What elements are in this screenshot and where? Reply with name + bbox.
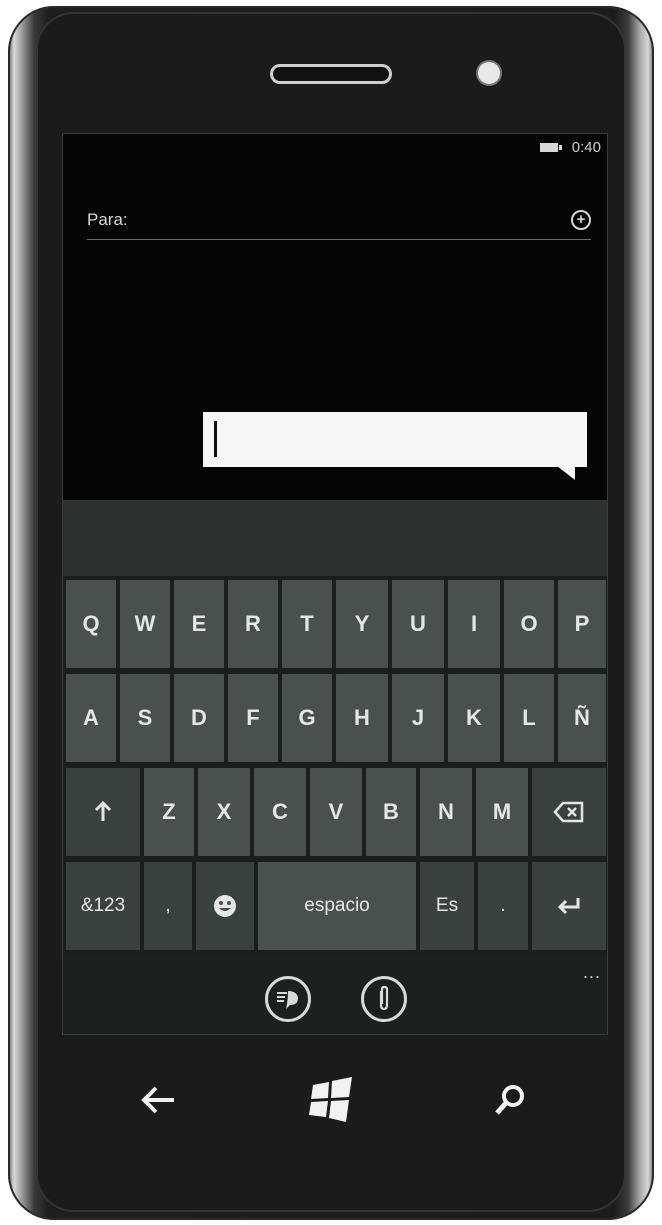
key-e[interactable]: E: [174, 580, 224, 668]
key-n[interactable]: N: [420, 768, 472, 856]
back-arrow-icon: [141, 1086, 174, 1114]
message-bubble-tail: [557, 466, 575, 480]
key-k[interactable]: K: [448, 674, 500, 762]
emoji-icon: [214, 895, 236, 917]
backspace-key[interactable]: [532, 768, 606, 856]
key-b[interactable]: B: [366, 768, 416, 856]
app-bar: ...: [63, 956, 607, 1034]
enter-icon: [557, 898, 580, 915]
key-z[interactable]: Z: [144, 768, 194, 856]
voice-note-button[interactable]: [265, 976, 311, 1022]
screen: 0:40 Para: + Q W E R T Y U I O P A S D F…: [62, 133, 608, 1035]
suggestion-bar: [63, 500, 607, 576]
key-m[interactable]: M: [476, 768, 528, 856]
more-button[interactable]: ...: [583, 962, 601, 983]
key-j[interactable]: J: [392, 674, 444, 762]
back-button[interactable]: [128, 1070, 188, 1130]
key-y[interactable]: Y: [336, 580, 388, 668]
emoji-key[interactable]: [196, 862, 254, 950]
add-recipient-icon[interactable]: +: [571, 209, 591, 230]
windows-logo-icon: [309, 1077, 352, 1122]
key-o[interactable]: O: [504, 580, 554, 668]
start-button[interactable]: [302, 1070, 362, 1130]
paperclip-icon: [379, 985, 389, 1011]
backspace-icon: [553, 801, 584, 823]
key-i[interactable]: I: [448, 580, 500, 668]
space-key[interactable]: espacio: [258, 862, 416, 950]
key-p[interactable]: P: [558, 580, 606, 668]
key-a[interactable]: A: [66, 674, 116, 762]
key-d[interactable]: D: [174, 674, 224, 762]
keyboard: Q W E R T Y U I O P A S D F G H J K L Ñ …: [63, 576, 607, 956]
comma-key[interactable]: ,: [144, 862, 192, 950]
key-g[interactable]: G: [282, 674, 332, 762]
symbols-key[interactable]: &123: [66, 862, 140, 950]
key-f[interactable]: F: [228, 674, 278, 762]
up-arrow-icon: [94, 801, 112, 821]
text-cursor: [214, 421, 217, 457]
key-s[interactable]: S: [120, 674, 170, 762]
battery-icon: [539, 142, 562, 152]
enter-key[interactable]: [532, 862, 606, 950]
to-label: Para:: [87, 209, 128, 229]
front-camera: [478, 62, 500, 84]
key-t[interactable]: T: [282, 580, 332, 668]
speech-icon: [277, 991, 298, 1009]
language-key[interactable]: Es: [420, 862, 474, 950]
key-l[interactable]: L: [504, 674, 554, 762]
message-input[interactable]: [223, 418, 579, 460]
recipient-field[interactable]: Para: +: [87, 200, 591, 240]
search-icon: [495, 1085, 524, 1115]
earpiece-speaker: [270, 64, 392, 84]
attach-button[interactable]: [361, 976, 407, 1022]
key-w[interactable]: W: [120, 580, 170, 668]
key-c[interactable]: C: [254, 768, 306, 856]
key-u[interactable]: U: [392, 580, 444, 668]
status-bar: 0:40: [539, 138, 601, 156]
key-x[interactable]: X: [198, 768, 250, 856]
key-h[interactable]: H: [336, 674, 388, 762]
key-n-tilde[interactable]: Ñ: [558, 674, 606, 762]
key-r[interactable]: R: [228, 580, 278, 668]
key-q[interactable]: Q: [66, 580, 116, 668]
search-button[interactable]: [480, 1070, 540, 1130]
shift-key[interactable]: [66, 768, 140, 856]
period-key[interactable]: .: [478, 862, 528, 950]
key-v[interactable]: V: [310, 768, 362, 856]
clock: 0:40: [571, 138, 601, 156]
